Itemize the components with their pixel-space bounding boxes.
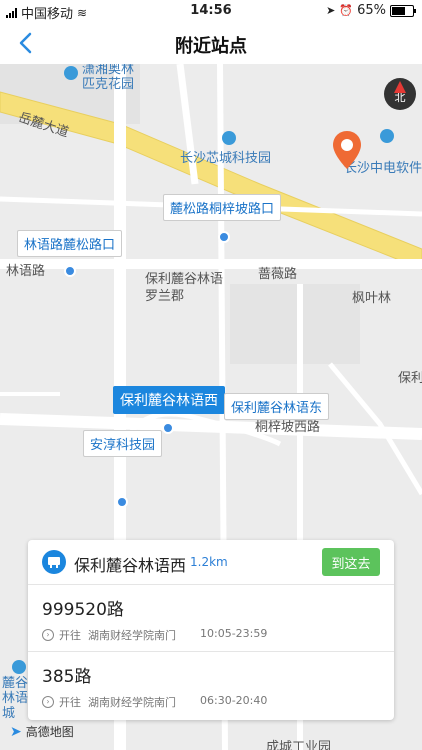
poi-label-olympic: 潇湘奥林匹克花园 — [82, 64, 135, 92]
stop-name: 保利麓谷林语西 — [74, 556, 187, 575]
status-right: ➤ ⏰ 65% — [326, 3, 416, 18]
battery-percent: 65% — [357, 3, 386, 18]
compass-icon[interactable]: 北 — [384, 78, 416, 110]
stop-marker-selected[interactable] — [162, 422, 174, 434]
stop-callout-linyu[interactable]: 林语路麓松路口 — [17, 230, 123, 257]
route-direction: › 开往 湖南财经学院南门 — [42, 694, 176, 710]
stop-callout-anchun[interactable]: 安淳科技园 — [83, 430, 163, 457]
route-hours: 10:05-23:59 — [200, 627, 268, 640]
poi-label-xincheng: 长沙芯城科技园 — [180, 151, 272, 166]
road-label-linyu: 林语路 — [6, 264, 46, 279]
route-hours: 06:30-20:40 — [200, 694, 268, 707]
direction-arrow-icon: › — [42, 629, 54, 641]
route-number: 999520路 — [42, 600, 124, 620]
amap-logo-icon: ➤ — [10, 723, 22, 740]
direction-arrow-icon: › — [42, 696, 54, 708]
stop-distance: 1.2km — [190, 555, 228, 569]
nav-bar: 附近站点 — [0, 22, 422, 65]
go-here-button[interactable]: 到这去 — [322, 548, 380, 576]
route-row[interactable]: 385路 › 开往 湖南财经学院南门 06:30-20:40 — [28, 652, 394, 718]
stop-callout-east[interactable]: 保利麓谷林语东 — [224, 393, 330, 420]
alarm-icon: ⏰ — [339, 4, 354, 17]
card-header: 保利麓谷林语西 1.2km 到这去 — [28, 540, 394, 585]
route-row[interactable]: 999520路 › 开往 湖南财经学院南门 10:05-23:59 — [28, 585, 394, 652]
page-title: 附近站点 — [175, 36, 247, 57]
location-pin-icon — [333, 131, 361, 169]
stop-marker[interactable] — [64, 265, 76, 277]
building-icon — [380, 129, 394, 143]
stop-marker[interactable] — [116, 496, 128, 508]
amap-logo-text: 高德地图 — [25, 725, 74, 739]
building-icon — [222, 131, 236, 145]
area-label-baoli: 保利 — [398, 371, 422, 386]
route-number: 385路 — [42, 667, 92, 687]
road-label-qiangwei: 蔷薇路 — [258, 267, 298, 282]
area-label-luolan: 保利麓谷林语罗兰郡 — [145, 272, 224, 304]
poi-label-chengcheng: 成城工业园 — [266, 740, 332, 750]
stop-marker[interactable] — [218, 231, 230, 243]
stop-callout-lusong[interactable]: 麓松路桐梓坡路口 — [163, 194, 282, 221]
route-direction: › 开往 湖南财经学院南门 — [42, 627, 176, 643]
amap-logo: ➤ 高德地图 — [10, 723, 74, 740]
stop-info-card: 保利麓谷林语西 1.2km 到这去 999520路 › 开往 湖南财经学院南门 … — [28, 540, 394, 720]
battery-icon — [390, 4, 416, 17]
bus-stop-icon — [42, 550, 66, 574]
location-arrow-icon: ➤ — [326, 4, 336, 17]
building-icon — [12, 660, 26, 674]
building-icon — [64, 66, 78, 80]
area-label-fengyelin: 枫叶林 — [352, 291, 392, 306]
status-bar: 中国移动 ≋ 14:56 ➤ ⏰ 65% — [0, 0, 422, 22]
stop-callout-selected[interactable]: 保利麓谷林语西 — [113, 386, 225, 414]
